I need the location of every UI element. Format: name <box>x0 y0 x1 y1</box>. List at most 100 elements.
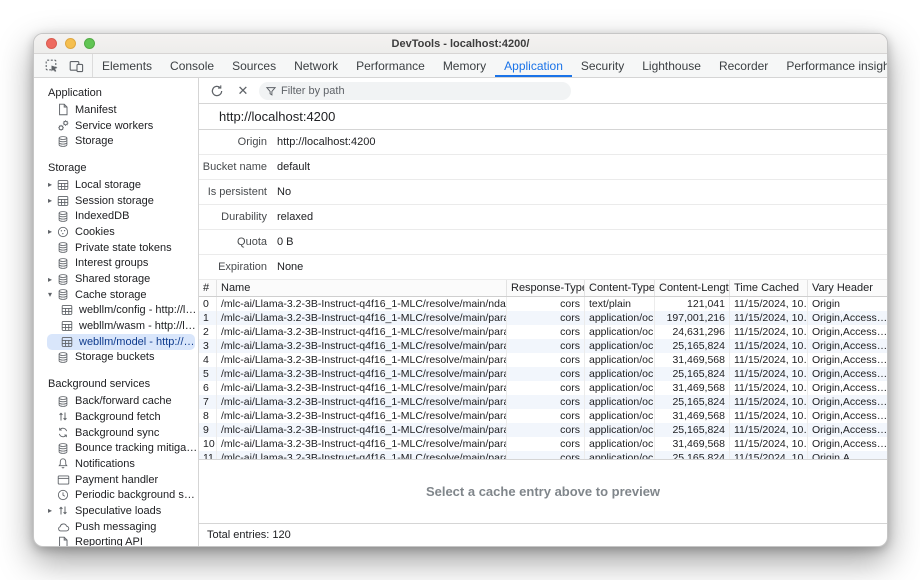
sidebar-item-local-storage[interactable]: ▸Local storage <box>34 177 198 193</box>
table-row[interactable]: 9/mlc-ai/Llama-3.2-3B-Instruct-q4f16_1-M… <box>199 423 887 437</box>
cell-response-type: cors <box>507 437 585 451</box>
field-durability: Durabilityrelaxed <box>199 205 887 230</box>
tab-label: Elements <box>102 59 152 73</box>
table-row[interactable]: 6/mlc-ai/Llama-3.2-3B-Instruct-q4f16_1-M… <box>199 381 887 395</box>
expander-collapsed-icon[interactable]: ▸ <box>44 180 56 189</box>
devtools-tabbar: ElementsConsoleSourcesNetworkPerformance… <box>34 54 887 78</box>
table-row[interactable]: 11/mlc-ai/Llama-3.2-3B-Instruct-q4f16_1-… <box>199 451 887 459</box>
table-row[interactable]: 7/mlc-ai/Llama-3.2-3B-Instruct-q4f16_1-M… <box>199 395 887 409</box>
table-row[interactable]: 3/mlc-ai/Llama-3.2-3B-Instruct-q4f16_1-M… <box>199 339 887 353</box>
document-icon <box>56 535 70 546</box>
sidebar-item-bounce-tracking-mitigations[interactable]: Bounce tracking mitigations <box>34 440 198 456</box>
sidebar-item-background-sync[interactable]: Background sync <box>34 425 198 441</box>
table-row[interactable]: 0/mlc-ai/Llama-3.2-3B-Instruct-q4f16_1-M… <box>199 297 887 311</box>
table-row[interactable]: 10/mlc-ai/Llama-3.2-3B-Instruct-q4f16_1-… <box>199 437 887 451</box>
sidebar-item-push-messaging[interactable]: Push messaging <box>34 519 198 535</box>
expander-collapsed-icon[interactable]: ▸ <box>44 196 56 205</box>
sidebar-item-manifest[interactable]: Manifest <box>34 102 198 118</box>
cache-table-header[interactable]: #NameResponse-TypeContent-TypeContent-Le… <box>199 280 887 297</box>
sidebar-item-webllm-wasm[interactable]: webllm/wasm - http://loca… <box>34 318 198 334</box>
sidebar-item-private-state-tokens[interactable]: Private state tokens <box>34 240 198 256</box>
sidebar-item-storage[interactable]: Storage <box>34 133 198 149</box>
field-value: 0 B <box>277 236 294 248</box>
column-header-response-type[interactable]: Response-Type <box>507 280 585 296</box>
table-row[interactable]: 8/mlc-ai/Llama-3.2-3B-Instruct-q4f16_1-M… <box>199 409 887 423</box>
expander-expanded-icon[interactable]: ▾ <box>44 290 56 299</box>
sidebar-item-session-storage[interactable]: ▸Session storage <box>34 193 198 209</box>
sidebar-item-interest-groups[interactable]: Interest groups <box>34 256 198 272</box>
tab-application[interactable]: Application <box>495 54 572 77</box>
field-label: Quota <box>199 236 267 248</box>
sidebar-item-webllm-config[interactable]: webllm/config - http://loc… <box>34 303 198 319</box>
tab-security[interactable]: Security <box>572 54 633 77</box>
cell-time-cached: 11/15/2024, 10… <box>730 381 808 395</box>
cell-vary-header: Origin,Access… <box>808 367 887 381</box>
sidebar-item-cache-storage[interactable]: ▾Cache storage <box>34 287 198 303</box>
preview-pane: Select a cache entry above to preview <box>199 459 887 523</box>
sidebar-item-shared-storage[interactable]: ▸ Shared storage <box>34 271 198 287</box>
column-header-index[interactable]: # <box>199 280 217 296</box>
table-row[interactable]: 2/mlc-ai/Llama-3.2-3B-Instruct-q4f16_1-M… <box>199 325 887 339</box>
cache-table-body[interactable]: 0/mlc-ai/Llama-3.2-3B-Instruct-q4f16_1-M… <box>199 297 887 459</box>
sidebar-section-storage: Storage <box>34 158 198 177</box>
expander-collapsed-icon[interactable]: ▸ <box>44 227 56 236</box>
refresh-button[interactable] <box>207 81 227 101</box>
cell-content-type: application/oc… <box>585 325 655 339</box>
cell-vary-header: Origin,Access… <box>808 325 887 339</box>
sidebar-item-periodic-background-sync[interactable]: Periodic background sync <box>34 487 198 503</box>
sidebar-item-storage-buckets[interactable]: Storage buckets <box>34 350 198 366</box>
cell-response-type: cors <box>507 409 585 423</box>
inspect-element-icon[interactable] <box>42 57 62 75</box>
window-titlebar[interactable]: DevTools - localhost:4200/ <box>34 34 887 54</box>
clear-cache-button[interactable]: ✕ <box>233 81 253 101</box>
sidebar-item-label: Interest groups <box>75 257 148 269</box>
tab-elements[interactable]: Elements <box>93 54 161 77</box>
filter-box[interactable] <box>259 82 571 100</box>
tab-sources[interactable]: Sources <box>223 54 285 77</box>
sidebar-item-cookies[interactable]: ▸Cookies <box>34 224 198 240</box>
expander-collapsed-icon[interactable]: ▸ <box>44 506 56 515</box>
tab-memory[interactable]: Memory <box>434 54 495 77</box>
cell-name: /mlc-ai/Llama-3.2-3B-Instruct-q4f16_1-ML… <box>217 395 507 409</box>
sidebar-item-label: Shared storage <box>75 273 150 285</box>
cell-time-cached: 11/15/2024, 10… <box>730 297 808 311</box>
column-header-content-length[interactable]: Content-Length <box>655 280 730 296</box>
tab-label: Memory <box>443 59 486 73</box>
cell-response-type: cors <box>507 325 585 339</box>
grid-icon <box>60 319 74 333</box>
sidebar-item-speculative-loads[interactable]: ▸Speculative loads <box>34 503 198 519</box>
sidebar-item-back-forward-cache[interactable]: Back/forward cache <box>34 393 198 409</box>
tab-recorder[interactable]: Recorder <box>710 54 777 77</box>
sidebar-item-service-workers[interactable]: Service workers <box>34 118 198 134</box>
tab-console[interactable]: Console <box>161 54 223 77</box>
column-header-name[interactable]: Name <box>217 280 507 296</box>
sidebar-item-notifications[interactable]: Notifications <box>34 456 198 472</box>
sidebar-item-indexeddb[interactable]: IndexedDB <box>34 208 198 224</box>
column-header-vary-header[interactable]: Vary Header <box>808 280 887 296</box>
tab-performance-insights[interactable]: Performance insights <box>777 54 888 77</box>
column-header-content-type[interactable]: Content-Type <box>585 280 655 296</box>
sidebar-item-label: webllm/model - http://loc… <box>79 336 195 348</box>
clock-icon <box>56 488 70 502</box>
tab-performance[interactable]: Performance <box>347 54 434 77</box>
toggle-device-toolbar-icon[interactable] <box>66 57 86 75</box>
tab-lighthouse[interactable]: Lighthouse <box>633 54 710 77</box>
sidebar-item-background-fetch[interactable]: Background fetch <box>34 409 198 425</box>
sidebar-item-payment-handler[interactable]: Payment handler <box>34 472 198 488</box>
cell-time-cached: 11/15/2024, 10… <box>730 325 808 339</box>
cell-content-length: 31,469,568 <box>655 353 730 367</box>
expander-collapsed-icon[interactable]: ▸ <box>44 275 56 284</box>
tab-network[interactable]: Network <box>285 54 347 77</box>
sidebar-item-webllm-model[interactable]: webllm/model - http://loc… <box>47 334 195 350</box>
field-label: Durability <box>199 211 267 223</box>
table-row[interactable]: 1/mlc-ai/Llama-3.2-3B-Instruct-q4f16_1-M… <box>199 311 887 325</box>
sidebar-item-reporting-api[interactable]: Reporting API <box>34 535 198 547</box>
table-row[interactable]: 4/mlc-ai/Llama-3.2-3B-Instruct-q4f16_1-M… <box>199 353 887 367</box>
filter-input[interactable] <box>281 85 541 97</box>
grid-icon <box>60 335 74 349</box>
database-icon <box>56 256 70 270</box>
table-row[interactable]: 5/mlc-ai/Llama-3.2-3B-Instruct-q4f16_1-M… <box>199 367 887 381</box>
column-header-time-cached[interactable]: Time Cached <box>730 280 808 296</box>
cache-metadata: Originhttp://localhost:4200Bucket namede… <box>199 130 887 280</box>
sidebar-section-application: Application <box>34 83 198 102</box>
